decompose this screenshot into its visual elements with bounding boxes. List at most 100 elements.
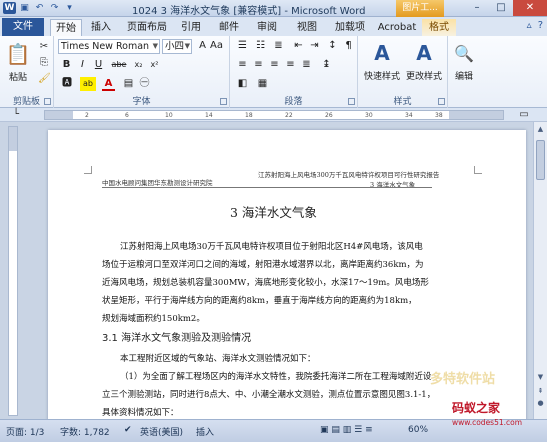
paragraph-line[interactable]: 近海风电场，规划总装机容量300MW，海底地形变化较小，水深17～19m。风电场… xyxy=(102,276,429,288)
close-icon[interactable]: ✕ xyxy=(513,0,547,16)
align-center-icon[interactable]: ≡ xyxy=(252,58,265,72)
status-mode[interactable]: 插入 xyxy=(196,425,214,438)
qat-dropdown-icon[interactable]: ▾ xyxy=(63,2,76,14)
tab-mailings[interactable]: 邮件 xyxy=(214,19,244,36)
full-screen-icon[interactable]: ▤ xyxy=(331,425,340,435)
minimize-icon[interactable]: – xyxy=(465,0,489,16)
cut-icon[interactable]: ✂ xyxy=(38,41,50,53)
highlight-button[interactable]: ab xyxy=(80,77,96,91)
editing-button[interactable]: 🔍 编辑 xyxy=(450,39,478,83)
tab-acrobat[interactable]: Acrobat xyxy=(376,19,418,36)
paragraph-line[interactable]: 本工程附近区域的气象站、海洋水文测验情况如下： xyxy=(120,352,316,364)
status-page[interactable]: 页面: 1/3 xyxy=(6,425,44,438)
tab-insert[interactable]: 插入 xyxy=(86,19,116,36)
paragraph-line[interactable]: 具体资料情况如下： xyxy=(102,406,179,418)
multilevel-list-icon[interactable]: ≣ xyxy=(272,39,285,53)
browse-object-icon[interactable]: ● xyxy=(535,398,546,409)
title-bar: W ▣ ↶ ↷ ▾ 1024 3 海洋水文气象 [兼容模式] - Microso… xyxy=(0,0,547,17)
tab-view[interactable]: 视图 xyxy=(292,19,322,36)
chevron-down-icon: ▼ xyxy=(152,42,158,50)
change-case-button[interactable]: Aa xyxy=(210,39,223,53)
bullets-icon[interactable]: ☰ xyxy=(236,39,249,53)
paragraph-line[interactable]: 状呈矩形，平行于海岸线方向的距离约8km，垂直于海岸线方向的距离约为18km， xyxy=(102,294,417,306)
horizontal-ruler[interactable]: 2 6 10 14 18 22 26 30 34 38 xyxy=(44,110,504,120)
paragraph-line[interactable]: 规划海域面积约150km2。 xyxy=(102,312,205,324)
tab-addins[interactable]: 加载项 xyxy=(330,19,370,36)
format-painter-icon[interactable]: 🖌 xyxy=(38,73,51,85)
web-layout-icon[interactable]: ▥ xyxy=(343,425,352,435)
zoom-level[interactable]: 60% xyxy=(408,425,428,435)
vertical-ruler[interactable] xyxy=(8,126,18,416)
paragraph-line[interactable]: （1）为全面了解工程场区内的海洋水文特性，我院委托海洋二所在工程海域附近设 xyxy=(120,370,431,382)
tab-format[interactable]: 格式 xyxy=(422,19,456,36)
subscript-button[interactable]: x₂ xyxy=(132,58,145,72)
tab-file[interactable]: 文件 xyxy=(2,18,44,36)
char-shading-icon[interactable]: ▤ xyxy=(122,77,135,91)
chapter-title[interactable]: 3 海洋水文气象 xyxy=(230,202,317,221)
draft-icon[interactable]: ≡ xyxy=(365,425,373,435)
font-launcher-icon[interactable] xyxy=(220,98,227,105)
spelling-check-icon[interactable]: ✔ xyxy=(124,425,132,435)
quick-styles-button[interactable]: A 快速样式 xyxy=(362,39,402,82)
help-icon[interactable]: ? xyxy=(538,20,543,31)
paragraph-line[interactable]: 立三个测验测站，同时进行8点大、中、小潮全潮水文测验，测点位置示意图见图3.1-… xyxy=(102,388,435,400)
italic-button[interactable]: I xyxy=(76,58,89,72)
grow-font-button[interactable]: A xyxy=(196,39,209,53)
align-left-icon[interactable]: ≡ xyxy=(236,58,249,72)
underline-button[interactable]: U xyxy=(92,58,105,72)
scroll-up-icon[interactable]: ▲ xyxy=(535,124,546,135)
vertical-scrollbar[interactable]: ▲ ▼ ⇞ ● xyxy=(533,122,547,419)
decrease-indent-icon[interactable]: ⇤ xyxy=(292,39,305,53)
outline-icon[interactable]: ☰ xyxy=(354,425,362,435)
section-title[interactable]: 3.1 海洋水文气象测验及测验情况 xyxy=(102,329,251,344)
font-size-combo[interactable]: 小四 ▼ xyxy=(162,39,192,54)
view-ruler-icon[interactable]: ▭ xyxy=(518,109,530,121)
justify-icon[interactable]: ≡ xyxy=(284,58,297,72)
tab-review[interactable]: 审阅 xyxy=(252,19,282,36)
scrollbar-thumb[interactable] xyxy=(536,140,545,180)
group-editing: 🔍 编辑 xyxy=(448,36,480,108)
font-name-combo[interactable]: Times New Roman ▼ xyxy=(58,39,160,54)
distribute-icon[interactable]: ≣ xyxy=(300,58,313,72)
ruler-tick: 26 xyxy=(325,112,333,119)
watermark-faint: 多特软件站 xyxy=(430,372,496,387)
watermark-text: 码蚁之家 xyxy=(452,401,501,415)
clipboard-launcher-icon[interactable] xyxy=(44,98,51,105)
numbering-icon[interactable]: ☷ xyxy=(254,39,267,53)
borders-icon[interactable]: ▦ xyxy=(256,77,269,91)
redo-icon[interactable]: ↷ xyxy=(48,2,61,14)
print-layout-icon[interactable]: ▣ xyxy=(320,425,329,435)
tab-references[interactable]: 引用 xyxy=(176,19,206,36)
paste-button[interactable]: 📋 粘贴 xyxy=(4,40,32,83)
align-right-icon[interactable]: ≡ xyxy=(268,58,281,72)
increase-indent-icon[interactable]: ⇥ xyxy=(308,39,321,53)
strikethrough-button[interactable]: abe xyxy=(110,58,128,72)
undo-icon[interactable]: ↶ xyxy=(33,2,46,14)
minimize-ribbon-icon[interactable]: ▵ xyxy=(527,20,532,31)
enclose-char-icon[interactable]: ㊀ xyxy=(138,77,151,91)
scroll-down-icon[interactable]: ▼ xyxy=(535,372,546,383)
change-styles-button[interactable]: A 更改样式 xyxy=(404,39,444,82)
styles-launcher-icon[interactable] xyxy=(438,98,445,105)
bold-button[interactable]: B xyxy=(60,58,73,72)
text-effects-icon[interactable]: 🅰 xyxy=(60,77,74,91)
superscript-button[interactable]: x² xyxy=(148,58,161,72)
prev-page-icon[interactable]: ⇞ xyxy=(535,386,546,397)
font-color-button[interactable]: A xyxy=(102,77,115,91)
paragraph-line[interactable]: 场位于运粮河口至双洋河口之间的海域，射阳港水域潜界以北，离岸距离约36km，为 xyxy=(102,258,424,270)
show-marks-icon[interactable]: ¶ xyxy=(342,39,355,53)
paragraph-line[interactable]: 江苏射阳海上风电场30万千瓦风电特许权项目位于射阳北区H4#风电场，该风电 xyxy=(120,240,423,252)
tab-selector-icon[interactable]: └ xyxy=(10,109,22,121)
status-language[interactable]: 英语(美国) xyxy=(140,425,183,438)
line-spacing-icon[interactable]: ↨ xyxy=(320,58,333,72)
maximize-icon[interactable]: □ xyxy=(489,0,513,16)
tab-page-layout[interactable]: 页面布局 xyxy=(122,19,172,36)
paragraph-launcher-icon[interactable] xyxy=(348,98,355,105)
status-words[interactable]: 字数: 1,782 xyxy=(60,425,110,438)
sort-icon[interactable]: ↕ xyxy=(326,39,339,53)
shading-icon[interactable]: ◧ xyxy=(236,77,249,91)
save-icon[interactable]: ▣ xyxy=(18,2,31,14)
copy-icon[interactable]: ⎘ xyxy=(38,57,50,69)
word-logo-icon[interactable]: W xyxy=(3,2,16,14)
tab-home[interactable]: 开始 xyxy=(50,19,82,36)
